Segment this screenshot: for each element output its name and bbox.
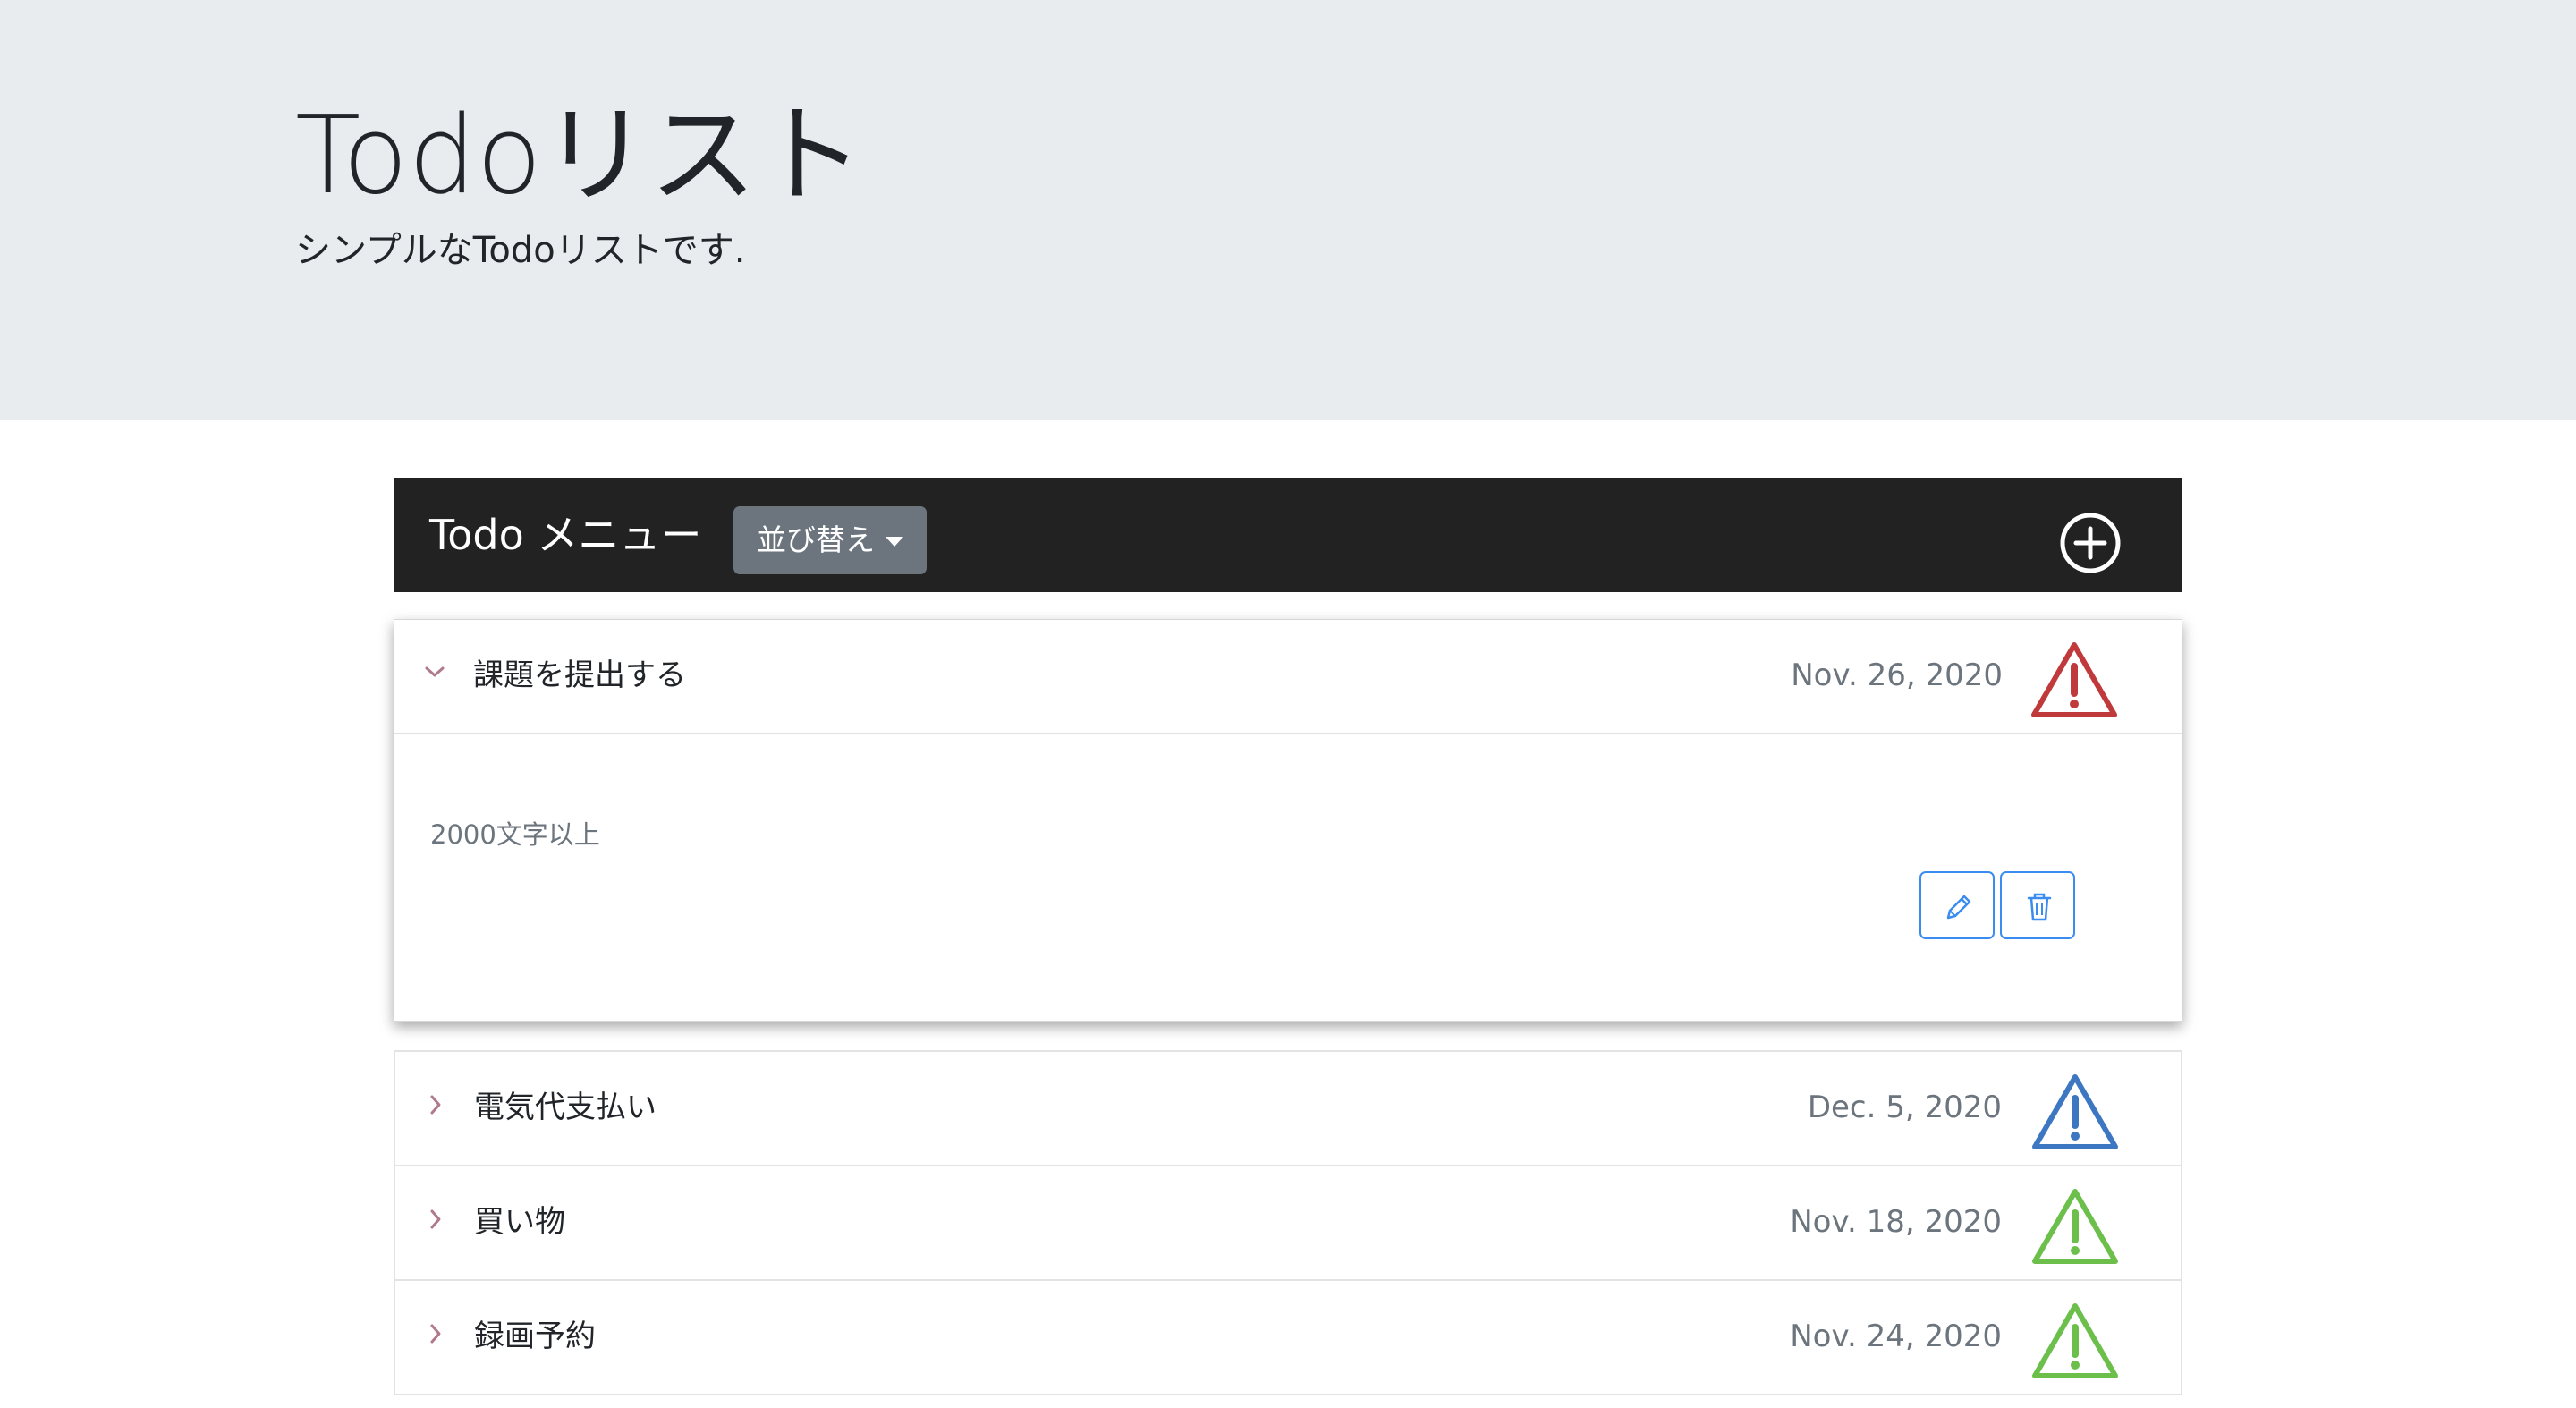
todo-title: 買い物 <box>474 1204 565 1240</box>
todo-card[interactable]: 録画予約 Nov. 24, 2020 <box>394 1279 2182 1395</box>
pencil-icon <box>1946 895 1971 920</box>
sort-button-label: 並び替え <box>757 522 875 557</box>
todo-date: Nov. 24, 2020 <box>1790 1319 2002 1354</box>
warning-triangle-icon <box>2032 1189 2118 1264</box>
edit-button[interactable] <box>1919 871 1995 939</box>
chevron-down-icon[interactable] <box>421 659 448 686</box>
todo-title: 課題を提出する <box>473 657 686 693</box>
todo-card-header[interactable]: 買い物 Nov. 18, 2020 <box>395 1166 2181 1281</box>
caret-down-icon <box>886 537 903 547</box>
warning-triangle-icon <box>2032 1074 2118 1149</box>
todo-title: 電気代支払い <box>474 1090 657 1125</box>
todo-description: 2000文字以上 <box>430 819 600 850</box>
menu-title: Todo メニュー <box>429 511 702 559</box>
todo-card[interactable]: 買い物 Nov. 18, 2020 <box>394 1165 2182 1281</box>
todo-date: Dec. 5, 2020 <box>1807 1090 2002 1125</box>
todo-menubar: Todo メニュー 並び替え <box>394 478 2182 592</box>
todo-card-header[interactable]: 電気代支払い Dec. 5, 2020 <box>395 1052 2181 1166</box>
todo-card[interactable]: 電気代支払い Dec. 5, 2020 <box>394 1050 2182 1166</box>
chevron-right-icon[interactable] <box>422 1091 449 1118</box>
todo-card-header[interactable]: 録画予約 Nov. 24, 2020 <box>395 1281 2181 1395</box>
todo-date: Nov. 18, 2020 <box>1790 1204 2002 1240</box>
plus-circle-icon[interactable] <box>2059 512 2122 574</box>
trash-icon <box>2027 893 2052 921</box>
sort-dropdown-button[interactable]: 並び替え <box>733 506 927 574</box>
page-title: Todoリスト <box>295 94 864 218</box>
warning-triangle-icon <box>2031 642 2117 717</box>
page-lead: シンプルなTodoリストです. <box>295 230 746 271</box>
todo-date: Nov. 26, 2020 <box>1791 657 2003 693</box>
delete-button[interactable] <box>2000 871 2075 939</box>
chevron-right-icon[interactable] <box>422 1206 449 1233</box>
chevron-right-icon[interactable] <box>422 1320 449 1347</box>
jumbotron: Todoリスト シンプルなTodoリストです. <box>0 0 2576 420</box>
todo-card: 課題を提出する Nov. 26, 2020 2000文字以上 <box>394 619 2182 1022</box>
todo-title: 録画予約 <box>474 1319 596 1354</box>
warning-triangle-icon <box>2032 1303 2118 1378</box>
todo-card-header[interactable]: 課題を提出する Nov. 26, 2020 <box>394 620 2182 734</box>
